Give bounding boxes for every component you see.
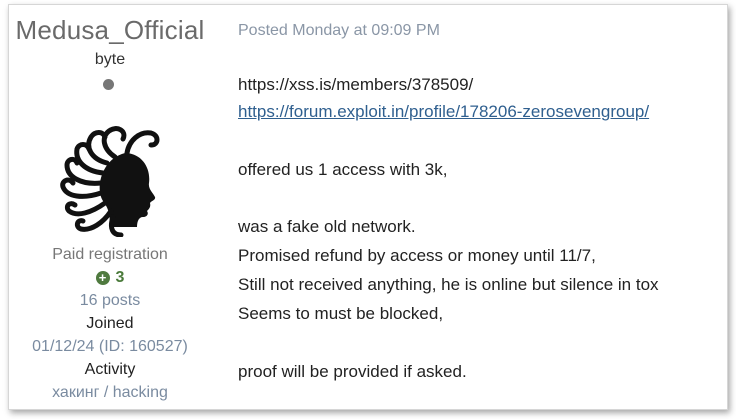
post-count-link[interactable]: 16 posts bbox=[9, 292, 211, 310]
forum-post: Medusa_Official byte Paid registration + bbox=[8, 4, 728, 410]
activity-value: хакинг / hacking bbox=[52, 384, 168, 401]
post-timestamp[interactable]: Posted Monday at 09:09 PM bbox=[238, 22, 440, 40]
post-line: Seems to must be blocked, bbox=[238, 304, 444, 323]
joined-value: 01/12/24 (ID: 160527) bbox=[32, 338, 188, 355]
post-line: https://forum.exploit.in/profile/178206-… bbox=[238, 102, 649, 122]
online-status-icon bbox=[103, 79, 114, 90]
post-line: offered us 1 access with 3k, bbox=[238, 160, 448, 179]
author-title: byte bbox=[94, 51, 126, 68]
post-line: https://xss.is/members/378509/ bbox=[238, 75, 474, 94]
author-panel: Medusa_Official byte Paid registration + bbox=[9, 5, 211, 409]
activity-label: Activity bbox=[84, 361, 136, 378]
post-line: Promised refund by access or money until… bbox=[238, 246, 596, 265]
post-content: Posted Monday at 09:09 PM https://xss.is… bbox=[238, 5, 717, 409]
joined-label: Joined bbox=[86, 315, 134, 332]
post-line: proof will be provided if asked. bbox=[238, 362, 467, 381]
reputation-count: 3 bbox=[115, 269, 125, 286]
post-line: Still not received anything, he is onlin… bbox=[238, 275, 659, 294]
avatar[interactable] bbox=[55, 113, 165, 237]
author-username[interactable]: Medusa_Official bbox=[9, 15, 211, 46]
plus-circle-icon: + bbox=[95, 271, 110, 285]
reputation[interactable]: + 3 bbox=[9, 269, 211, 287]
author-group: Paid registration bbox=[52, 246, 168, 263]
post-line: was a fake old network. bbox=[238, 217, 416, 236]
exploit-profile-link[interactable]: https://forum.exploit.in/profile/178206-… bbox=[238, 102, 649, 121]
